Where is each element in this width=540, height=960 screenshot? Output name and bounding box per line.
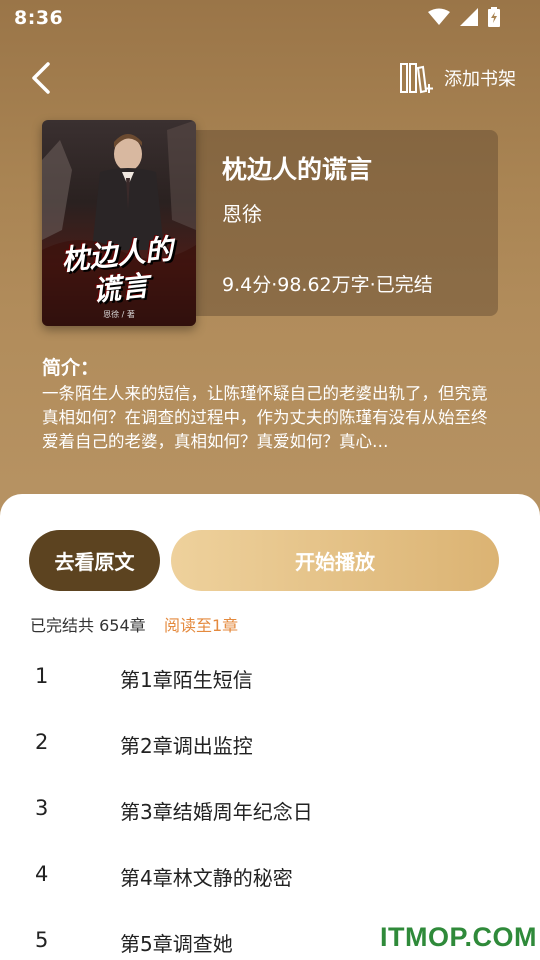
chapter-item[interactable]: 3 第3章结婚周年纪念日 — [0, 776, 540, 842]
book-meta: 9.4分·98.62万字·已完结 — [222, 274, 433, 296]
add-to-shelf-label: 添加书架 — [444, 69, 516, 90]
chapter-title: 第5章调查她 — [120, 932, 233, 956]
chapter-number: 1 — [35, 664, 49, 688]
add-to-shelf-button[interactable]: 添加书架 — [400, 60, 516, 96]
signal-icon — [460, 8, 478, 26]
chapter-item[interactable]: 2 第2章调出监控 — [0, 710, 540, 776]
chapter-number: 3 — [35, 796, 49, 820]
chapter-item[interactable]: 1 第1章陌生短信 — [0, 644, 540, 710]
chapter-title: 第2章调出监控 — [120, 734, 253, 758]
book-cover[interactable]: 枕边人的 谎言 恩徐 / 著 — [42, 120, 196, 326]
cover-author-credit: 恩徐 / 著 — [103, 310, 135, 319]
read-original-button[interactable]: 去看原文 — [29, 530, 160, 591]
status-icons — [428, 7, 500, 27]
status-time: 8:36 — [14, 7, 64, 29]
chapter-title: 第1章陌生短信 — [120, 668, 253, 692]
reading-progress-link[interactable]: 阅读至1章 — [164, 612, 238, 636]
chapter-title: 第4章林文静的秘密 — [120, 866, 293, 890]
watermark-text: ITMOP.COM — [380, 922, 538, 952]
status-bar: 8:36 — [0, 0, 540, 36]
chapter-list: 1 第1章陌生短信 2 第2章调出监控 3 第3章结婚周年纪念日 4 第4章林文… — [0, 644, 540, 960]
book-author: 恩徐 — [222, 202, 262, 226]
back-button[interactable] — [26, 60, 60, 96]
chapter-number: 5 — [35, 928, 49, 952]
chapter-count: 已完结共 654章 — [30, 616, 146, 635]
chapter-title: 第3章结婚周年纪念日 — [120, 800, 313, 824]
chapter-number: 2 — [35, 730, 49, 754]
intro-text[interactable]: 一条陌生人来的短信，让陈瑾怀疑自己的老婆出轨了，但究竟真相如何？在调查的过程中，… — [42, 382, 488, 454]
start-play-button[interactable]: 开始播放 — [171, 530, 499, 591]
chapter-number: 4 — [35, 862, 49, 886]
chapter-item[interactable]: 4 第4章林文静的秘密 — [0, 842, 540, 908]
battery-icon — [488, 7, 500, 27]
wifi-icon — [428, 8, 450, 25]
intro-heading: 简介： — [42, 357, 100, 379]
bookshelf-add-icon — [400, 63, 433, 94]
book-title: 枕边人的谎言 — [222, 155, 373, 184]
chevron-left-icon — [32, 62, 50, 94]
